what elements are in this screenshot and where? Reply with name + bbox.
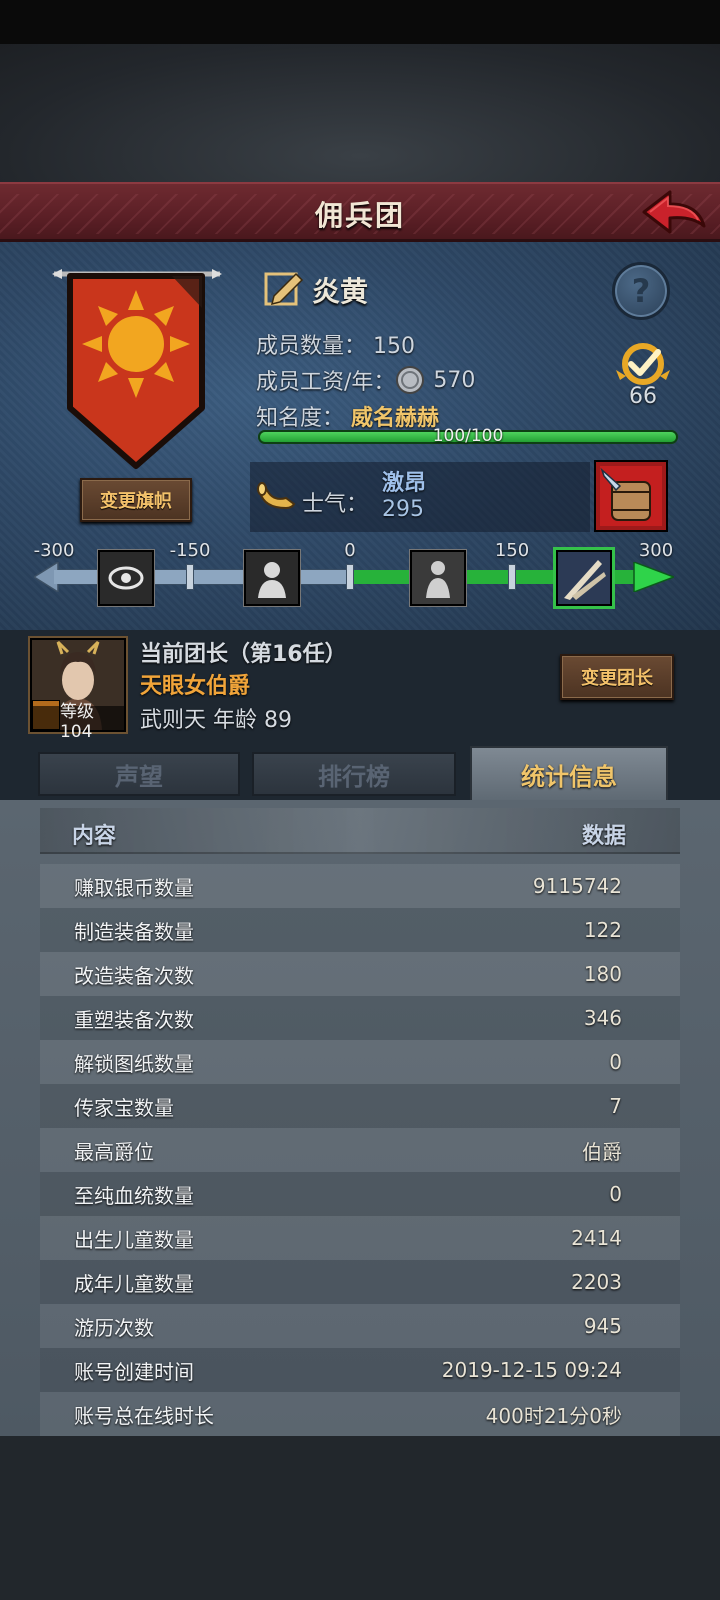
stat-label: 传家宝数量 (74, 1095, 174, 1120)
members-value: 150 (373, 334, 416, 359)
fame-progress-text: 100/100 (432, 426, 504, 446)
table-row: 账号总在线时长 400时21分0秒 (40, 1392, 680, 1436)
morale-despair-icon[interactable] (244, 550, 300, 606)
leader-rank: 天眼女伯爵 (140, 674, 251, 699)
morale-scale-label: 0 (344, 540, 356, 561)
tab-statistics[interactable]: 统计信息 (470, 746, 668, 802)
table-row: 传家宝数量 7 (40, 1084, 680, 1128)
award-count: 66 (629, 384, 657, 409)
stat-value: 180 (583, 962, 622, 986)
morale-value: 295 (382, 497, 424, 522)
stat-value: 945 (583, 1314, 622, 1338)
stat-label: 解锁图纸数量 (74, 1051, 194, 1076)
stat-label: 赚取银币数量 (74, 875, 194, 900)
edit-name-icon[interactable] (264, 270, 304, 310)
salary-label: 成员工资/年： (256, 370, 396, 395)
change-leader-label: 变更团长 (581, 668, 653, 689)
table-row: 游历次数 945 (40, 1304, 680, 1348)
table-row: 赚取银币数量 9115742 (40, 864, 680, 908)
change-leader-button[interactable]: 变更团长 (560, 654, 674, 700)
members-label: 成员数量： (256, 334, 367, 359)
stat-value: 0 (609, 1050, 622, 1074)
stat-label: 出生儿童数量 (74, 1227, 194, 1252)
stat-value: 7 (609, 1094, 622, 1118)
table-row: 解锁图纸数量 0 (40, 1040, 680, 1084)
stat-value: 2019-12-15 09:24 (441, 1358, 622, 1382)
morale-scale-label: -300 (33, 540, 75, 561)
stat-label: 最高爵位 (74, 1139, 154, 1164)
tab-leaderboard[interactable]: 排行榜 (252, 752, 456, 796)
morale-label: 士气： (302, 492, 369, 517)
stat-label: 账号创建时间 (74, 1359, 194, 1384)
horn-icon (256, 478, 296, 514)
change-banner-label: 变更旗帜 (100, 491, 172, 512)
morale-scale-label: 300 (638, 540, 674, 561)
back-arrow-icon[interactable] (640, 186, 710, 238)
table-row: 账号创建时间 2019-12-15 09:24 (40, 1348, 680, 1392)
leader-name-age: 武则天 年龄 89 (140, 708, 292, 733)
company-name-row: 炎黄 (264, 270, 368, 310)
stat-label: 账号总在线时长 (74, 1403, 214, 1428)
stat-value: 400时21分0秒 (485, 1403, 622, 1428)
salary-value: 570 (433, 367, 476, 393)
table-row: 成年儿童数量 2203 (40, 1260, 680, 1304)
morale-neutral-icon[interactable] (410, 550, 466, 606)
morale-tick (186, 564, 194, 590)
tab-leaderboard-label: 排行榜 (318, 762, 390, 791)
tab-statistics-label: 统计信息 (521, 762, 617, 791)
change-banner-button[interactable]: 变更旗帜 (80, 478, 192, 522)
morale-state: 激昂 (382, 471, 427, 496)
tab-reputation-label: 声望 (115, 762, 163, 791)
stat-label: 制造装备数量 (74, 919, 194, 944)
stat-label: 改造装备次数 (74, 963, 194, 988)
table-row: 出生儿童数量 2414 (40, 1216, 680, 1260)
stat-value: 346 (583, 1006, 622, 1030)
table-row: 制造装备数量 122 (40, 908, 680, 952)
barrel-icon[interactable] (594, 460, 668, 532)
page-title: 佣兵团 (314, 199, 405, 232)
morale-eye-icon[interactable] (98, 550, 154, 606)
salary-line: 成员工资/年： 570 (256, 364, 475, 396)
morale-tick (346, 564, 354, 590)
morale-scale-label: 150 (494, 540, 530, 561)
stats-header-content: 内容 (72, 824, 117, 849)
help-icon[interactable]: ? (612, 262, 670, 320)
stat-value: 122 (583, 918, 622, 942)
table-row: 至纯血统数量 0 (40, 1172, 680, 1216)
company-banner (52, 268, 222, 480)
stat-value: 9115742 (532, 874, 622, 898)
morale-inspired-icon[interactable] (556, 550, 612, 606)
status-bar (0, 0, 720, 44)
table-row: 最高爵位 伯爵 (40, 1128, 680, 1172)
stat-label: 至纯血统数量 (74, 1183, 194, 1208)
company-name: 炎黄 (312, 275, 369, 308)
silver-coin-icon (395, 365, 425, 395)
stat-value: 2414 (571, 1226, 622, 1250)
table-row: 重塑装备次数 346 (40, 996, 680, 1040)
morale-tick (508, 564, 516, 590)
table-row: 改造装备次数 180 (40, 952, 680, 996)
stat-value: 伯爵 (582, 1139, 622, 1164)
stats-header-data: 数据 (582, 824, 627, 849)
header-background (0, 44, 720, 184)
tab-reputation[interactable]: 声望 (38, 752, 240, 796)
bottom-background (0, 1436, 720, 1600)
stat-value: 0 (609, 1182, 622, 1206)
stat-label: 重塑装备次数 (74, 1007, 194, 1032)
leader-level: 等级104 (32, 702, 126, 742)
morale-scale-label: -150 (169, 540, 211, 561)
members-line: 成员数量： 150 (256, 328, 415, 360)
stat-value: 2203 (571, 1270, 622, 1294)
stat-label: 游历次数 (74, 1315, 154, 1340)
leader-title: 当前团长（第16任） (140, 642, 347, 667)
stat-label: 成年儿童数量 (74, 1271, 194, 1296)
